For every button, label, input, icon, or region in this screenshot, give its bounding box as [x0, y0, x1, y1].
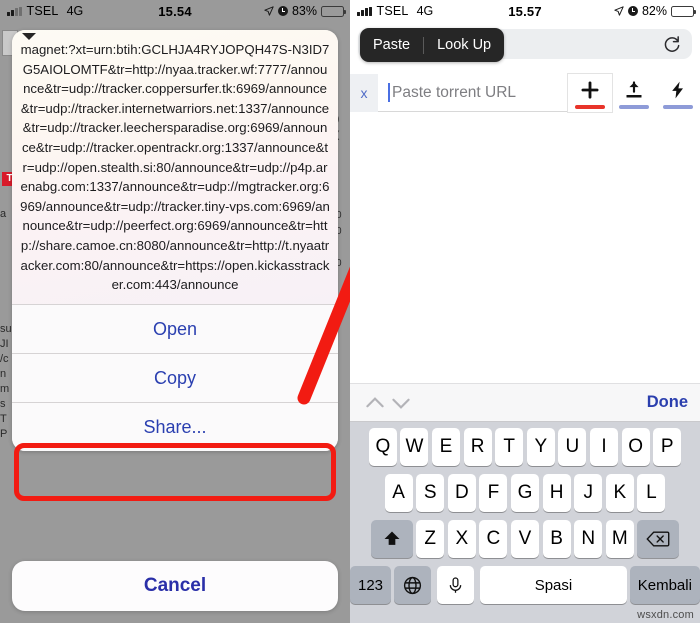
- key-g[interactable]: G: [511, 474, 539, 512]
- key-n[interactable]: N: [574, 520, 603, 558]
- watermark-label: wsxdn.com: [637, 609, 694, 621]
- numbers-key[interactable]: 123: [350, 566, 392, 604]
- battery-icon: [671, 5, 696, 17]
- torrent-url-row: x Paste torrent URL: [350, 74, 700, 112]
- key-x[interactable]: X: [447, 520, 476, 558]
- paste-lookup-callout: Paste Look Up: [360, 28, 505, 62]
- clear-input-button[interactable]: x: [350, 74, 378, 112]
- open-button[interactable]: Open: [12, 304, 338, 353]
- chevron-down-icon[interactable]: [388, 390, 414, 416]
- microphone-icon: [449, 576, 462, 593]
- status-right-group: 82%: [614, 4, 696, 18]
- status-bar-left: TSEL 4G 15.54 83%: [0, 0, 350, 22]
- magnet-link-text: magnet:?xt=urn:btih:GCLHJA4RYJOPQH47S-N3…: [12, 30, 338, 304]
- plus-icon: [580, 77, 600, 103]
- battery-icon: [321, 5, 346, 17]
- lightning-bolt-icon: [668, 77, 688, 103]
- left-phone-screenshot: T a suJI/cnmsTP )( 00 0 magnet:?xt=urn:b…: [0, 0, 350, 623]
- key-c[interactable]: C: [479, 520, 508, 558]
- backspace-key[interactable]: [637, 520, 680, 558]
- key-y[interactable]: Y: [526, 428, 555, 466]
- microphone-key[interactable]: [437, 566, 475, 604]
- cancel-button[interactable]: Cancel: [12, 561, 338, 611]
- magnet-link-action-sheet: magnet:?xt=urn:btih:GCLHJA4RYJOPQH47S-N3…: [12, 30, 338, 451]
- status-right-group: 83%: [264, 4, 346, 18]
- key-k[interactable]: K: [605, 474, 634, 512]
- key-f[interactable]: F: [479, 474, 508, 512]
- upload-button-underline: [619, 105, 649, 109]
- text-cursor: [388, 83, 390, 102]
- key-i[interactable]: I: [589, 428, 618, 466]
- shift-key[interactable]: [370, 520, 413, 558]
- location-arrow-icon: [264, 6, 274, 16]
- key-s[interactable]: S: [416, 474, 445, 512]
- on-screen-keyboard: QWERTYUIOP ASDFGHJKL ZXCVBNM 123 Spasi K…: [350, 422, 700, 623]
- key-r[interactable]: R: [463, 428, 492, 466]
- backspace-icon: [646, 531, 670, 547]
- add-torrent-button[interactable]: [568, 74, 612, 112]
- torrent-url-placeholder: Paste torrent URL: [392, 83, 517, 101]
- battery-percent-label: 83%: [291, 4, 317, 18]
- space-key[interactable]: Spasi: [480, 566, 627, 604]
- key-t[interactable]: T: [495, 428, 524, 466]
- lookup-menu-item[interactable]: Look Up: [424, 37, 504, 53]
- key-p[interactable]: P: [653, 428, 682, 466]
- return-key[interactable]: Kembali: [629, 566, 700, 604]
- chevron-up-icon[interactable]: [362, 390, 388, 416]
- key-u[interactable]: U: [558, 428, 587, 466]
- key-z[interactable]: Z: [416, 520, 445, 558]
- key-b[interactable]: B: [542, 520, 571, 558]
- location-arrow-icon: [614, 6, 624, 16]
- callout-tail: [22, 33, 36, 40]
- quick-action-underline: [663, 105, 693, 109]
- keyboard-done-button[interactable]: Done: [647, 393, 688, 412]
- key-j[interactable]: J: [574, 474, 603, 512]
- key-m[interactable]: M: [605, 520, 634, 558]
- globe-icon: [403, 576, 422, 594]
- reload-icon[interactable]: [662, 34, 682, 54]
- screenshot-root: T a suJI/cnmsTP )( 00 0 magnet:?xt=urn:b…: [0, 0, 700, 623]
- key-h[interactable]: H: [542, 474, 571, 512]
- keyboard-row-3: ZXCVBNM: [350, 520, 700, 558]
- key-d[interactable]: D: [447, 474, 476, 512]
- keyboard-row-4: 123 Spasi Kembali: [350, 566, 700, 604]
- share-button[interactable]: Share...: [12, 402, 338, 451]
- quick-action-button[interactable]: [656, 74, 700, 112]
- globe-key[interactable]: [394, 566, 432, 604]
- upload-icon: [624, 77, 644, 103]
- browser-content-area: [350, 112, 700, 383]
- keyboard-accessory-toolbar: Done: [350, 383, 700, 422]
- battery-percent-label: 82%: [641, 4, 667, 18]
- key-q[interactable]: Q: [368, 428, 397, 466]
- key-o[interactable]: O: [621, 428, 650, 466]
- status-bar-right: TSEL 4G 15.57 82%: [350, 0, 700, 22]
- keyboard-row-1: QWERTYUIOP: [350, 428, 700, 466]
- key-l[interactable]: L: [637, 474, 666, 512]
- torrent-url-input[interactable]: Paste torrent URL: [378, 74, 568, 112]
- cancel-button-container: Cancel: [12, 561, 338, 611]
- alarm-clock-icon: [627, 6, 638, 16]
- keyboard-row-2: ASDFGHJKL: [350, 474, 700, 512]
- add-button-underline: [575, 105, 605, 109]
- shift-arrow-icon: [384, 531, 400, 545]
- paste-menu-item[interactable]: Paste: [360, 37, 423, 53]
- key-v[interactable]: V: [511, 520, 539, 558]
- key-e[interactable]: E: [432, 428, 461, 466]
- upload-torrent-button[interactable]: [612, 74, 656, 112]
- key-w[interactable]: W: [400, 428, 429, 466]
- alarm-clock-icon: [277, 6, 288, 16]
- copy-button[interactable]: Copy: [12, 353, 338, 402]
- bg-right-text-strip: )( 00 0: [336, 114, 342, 269]
- key-a[interactable]: A: [384, 474, 413, 512]
